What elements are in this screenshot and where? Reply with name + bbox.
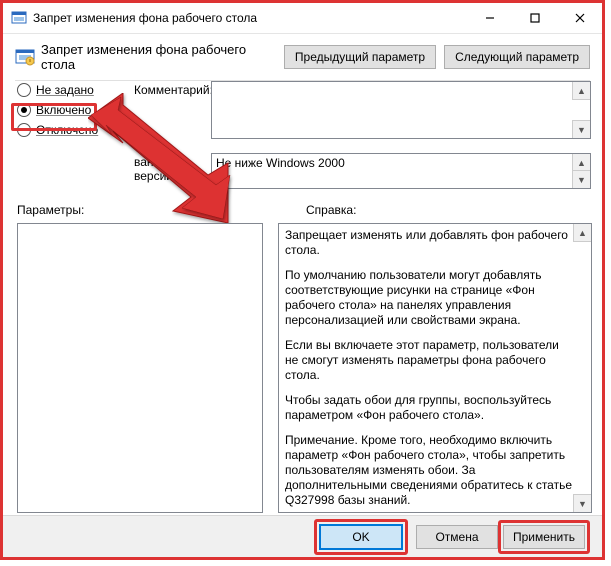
previous-setting-button[interactable]: Предыдущий параметр bbox=[284, 45, 436, 69]
radio-label: Отключено bbox=[36, 123, 98, 137]
scroll-up-icon[interactable]: ▲ bbox=[572, 82, 590, 100]
radio-disabled[interactable]: Отключено bbox=[17, 123, 117, 137]
parameters-panel bbox=[17, 223, 263, 513]
help-paragraph: По умолчанию пользователи могут добавлят… bbox=[285, 268, 573, 328]
title-bar: Запрет изменения фона рабочего стола bbox=[3, 3, 602, 34]
next-setting-button[interactable]: Следующий параметр bbox=[444, 45, 590, 69]
supported-on-value: Не ниже Windows 2000 bbox=[216, 156, 345, 170]
help-label: Справка: bbox=[306, 203, 356, 217]
scroll-down-icon[interactable]: ▼ bbox=[572, 170, 590, 188]
annotation-highlight-apply: Применить bbox=[498, 520, 590, 554]
help-paragraph: Запрещает изменять или добавлять фон раб… bbox=[285, 228, 573, 258]
help-paragraph: Если вы включаете этот параметр, пользов… bbox=[285, 338, 573, 383]
radio-icon bbox=[17, 103, 31, 117]
radio-label: Не задано bbox=[36, 83, 94, 97]
app-icon bbox=[11, 10, 27, 26]
maximize-button[interactable] bbox=[512, 3, 557, 33]
help-panel: Запрещает изменять или добавлять фон раб… bbox=[278, 223, 592, 513]
help-paragraph: Примечание. Кроме того, необходимо включ… bbox=[285, 433, 573, 508]
scroll-down-icon[interactable]: ▼ bbox=[572, 120, 590, 138]
annotation-highlight-ok: OK bbox=[314, 519, 408, 555]
state-radios: Не задано Включено Отключено bbox=[17, 83, 117, 143]
supported-on-text: Не ниже Windows 2000 ▲ ▼ bbox=[211, 153, 591, 189]
radio-icon bbox=[17, 83, 31, 97]
header-row: Запрет изменения фона рабочего стола Пре… bbox=[15, 42, 590, 72]
comment-textarea[interactable]: ▲ ▼ bbox=[211, 81, 591, 139]
radio-enabled[interactable]: Включено bbox=[17, 103, 117, 117]
cancel-button[interactable]: Отмена bbox=[416, 525, 498, 549]
apply-button[interactable]: Применить bbox=[503, 525, 585, 549]
radio-icon bbox=[17, 123, 31, 137]
radio-not-configured[interactable]: Не задано bbox=[17, 83, 117, 97]
button-bar: OK Отмена Применить bbox=[3, 515, 602, 557]
dialog-window: Запрет изменения фона рабочего стола bbox=[0, 0, 605, 560]
supported-on-label: вания к версии: bbox=[134, 155, 209, 183]
help-paragraph: Чтобы задать обои для группы, воспользуй… bbox=[285, 393, 573, 423]
parameters-label: Параметры: bbox=[17, 203, 84, 217]
scroll-up-icon[interactable]: ▲ bbox=[573, 224, 591, 242]
radio-label: Включено bbox=[36, 103, 91, 117]
window-title: Запрет изменения фона рабочего стола bbox=[33, 11, 467, 25]
ok-button[interactable]: OK bbox=[319, 524, 403, 550]
policy-icon bbox=[15, 47, 35, 67]
comment-label: Комментарий: bbox=[134, 83, 213, 97]
minimize-button[interactable] bbox=[467, 3, 512, 33]
close-button[interactable] bbox=[557, 3, 602, 33]
scroll-down-icon[interactable]: ▼ bbox=[573, 494, 591, 512]
window-controls bbox=[467, 3, 602, 33]
policy-title: Запрет изменения фона рабочего стола bbox=[41, 42, 276, 72]
